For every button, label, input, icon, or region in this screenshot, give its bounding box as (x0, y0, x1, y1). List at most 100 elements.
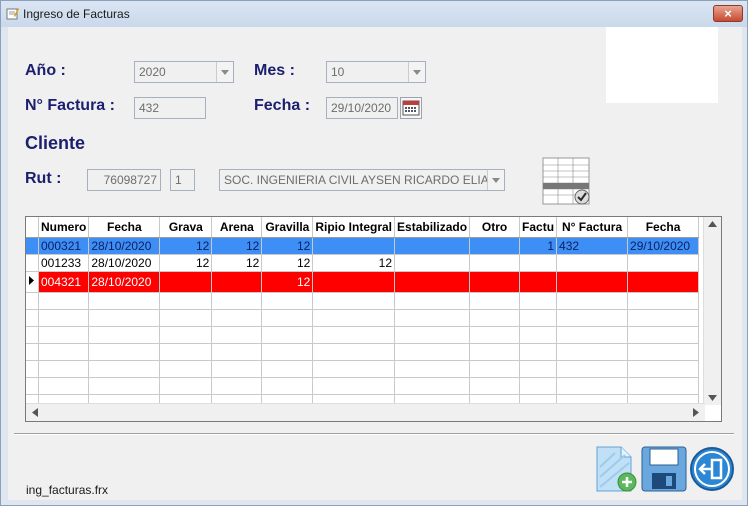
cell-ripio[interactable] (312, 271, 396, 293)
rut-input[interactable]: 76098727 (87, 169, 161, 191)
save-button[interactable] (640, 445, 688, 493)
empty-row (26, 377, 700, 395)
cell-arena[interactable] (211, 271, 263, 293)
cliente-select[interactable]: SOC. INGENIERIA CIVIL AYSEN RICARDO ELIA (219, 169, 505, 191)
col-ripio-integral[interactable]: Ripio Integral (312, 217, 396, 238)
factura-label: N° Factura : (25, 97, 115, 114)
col-fecha[interactable]: Fecha (88, 217, 161, 238)
col-otro[interactable]: Otro (469, 217, 521, 238)
cell-otro[interactable] (469, 237, 521, 255)
chevron-down-icon[interactable] (216, 62, 233, 82)
cell-ripio[interactable] (312, 237, 396, 255)
cell-grava[interactable]: 12 (159, 237, 213, 255)
empty-row (26, 326, 700, 344)
current-row-icon (29, 275, 34, 285)
scroll-left-icon[interactable] (32, 408, 38, 417)
save-icon (641, 446, 687, 492)
form-body: Año : 2020 Mes : 10 N° Factura : 432 Fec… (8, 27, 742, 500)
fecha-label: Fecha : (254, 97, 311, 114)
cliente-heading: Cliente (25, 133, 86, 153)
cell-arena[interactable]: 12 (211, 254, 263, 272)
col-numero[interactable]: Numero (38, 217, 90, 238)
calendar-button[interactable] (400, 97, 422, 119)
cell-fecha-factura[interactable]: 29/10/2020 (627, 237, 700, 255)
cell-fecha[interactable]: 28/10/2020 (88, 237, 161, 255)
title-bar: Ingreso de Facturas × (1, 1, 747, 27)
vertical-scrollbar[interactable] (703, 217, 721, 405)
col-gravilla[interactable]: Gravilla (261, 217, 314, 238)
empty-row (26, 360, 700, 378)
cell-fecha[interactable]: 28/10/2020 (88, 271, 161, 293)
cell-estabilizado[interactable] (394, 254, 471, 272)
cell-factu[interactable] (519, 254, 558, 272)
rut-label: Rut : (25, 170, 62, 187)
rut-value: 76098727 (103, 173, 157, 187)
chevron-down-icon[interactable] (408, 62, 425, 82)
window-title: Ingreso de Facturas (23, 7, 130, 21)
cell-estabilizado[interactable] (394, 271, 471, 293)
table-row[interactable]: 000321 28/10/2020 12 12 12 1 432 29/10/2… (26, 237, 700, 255)
cliente-value: SOC. INGENIERIA CIVIL AYSEN RICARDO ELIA (224, 173, 489, 187)
cell-fecha[interactable]: 28/10/2020 (88, 254, 161, 272)
new-document-icon (596, 446, 637, 492)
factura-value: 432 (139, 101, 160, 115)
cell-arena[interactable]: 12 (211, 237, 263, 255)
col-arena[interactable]: Arena (211, 217, 263, 238)
mes-label: Mes : (254, 62, 295, 79)
cell-factu[interactable] (519, 271, 558, 293)
cell-gravilla[interactable]: 12 (261, 237, 314, 255)
row-indicator (26, 254, 39, 272)
cell-n-factura[interactable] (556, 271, 629, 293)
form-name: ing_facturas.frx (26, 483, 109, 497)
rut-dv-value: 1 (175, 173, 182, 187)
fecha-input[interactable]: 29/10/2020 (326, 97, 398, 119)
cell-fecha-factura[interactable] (627, 254, 700, 272)
empty-row (26, 343, 700, 361)
anio-select[interactable]: 2020 (134, 61, 234, 83)
fecha-value: 29/10/2020 (331, 101, 392, 115)
row-indicator (26, 271, 39, 293)
cell-gravilla[interactable]: 12 (261, 254, 314, 272)
table-row[interactable]: 004321 28/10/2020 12 (26, 271, 700, 293)
cell-numero[interactable]: 001233 (38, 254, 90, 272)
logo-area (606, 27, 718, 103)
cell-n-factura[interactable]: 432 (556, 237, 629, 255)
cell-numero[interactable]: 000321 (38, 237, 90, 255)
cell-grava[interactable] (159, 271, 213, 293)
cell-factu[interactable]: 1 (519, 237, 558, 255)
scroll-down-icon[interactable] (708, 395, 717, 401)
empty-row (26, 292, 700, 310)
col-n-factura[interactable]: N° Factura (556, 217, 629, 238)
cell-otro[interactable] (469, 254, 521, 272)
row-indicator (26, 237, 39, 255)
mes-select[interactable]: 10 (326, 61, 426, 83)
scroll-right-icon[interactable] (693, 408, 699, 417)
col-estabilizado[interactable]: Estabilizado (394, 217, 471, 238)
factura-input[interactable]: 432 (134, 97, 206, 119)
facturas-table: Numero Fecha Grava Arena Gravilla Ripio … (26, 217, 700, 412)
cell-estabilizado[interactable] (394, 237, 471, 255)
cell-grava[interactable]: 12 (159, 254, 213, 272)
col-grava[interactable]: Grava (159, 217, 213, 238)
scroll-up-icon[interactable] (708, 221, 717, 227)
horizontal-scrollbar[interactable] (26, 403, 705, 421)
col-factu[interactable]: Factu (519, 217, 558, 238)
cell-gravilla[interactable]: 12 (261, 271, 314, 293)
table-row[interactable]: 001233 28/10/2020 12 12 12 12 (26, 254, 700, 272)
cell-n-factura[interactable] (556, 254, 629, 272)
cell-ripio[interactable]: 12 (312, 254, 396, 272)
empty-row (26, 309, 700, 327)
rut-dv-input[interactable]: 1 (170, 169, 195, 191)
calendar-check-icon[interactable] (542, 157, 592, 207)
cell-fecha-factura[interactable] (627, 271, 700, 293)
form-icon (6, 8, 19, 20)
chevron-down-icon[interactable] (487, 170, 504, 190)
facturas-grid[interactable]: Numero Fecha Grava Arena Gravilla Ripio … (25, 216, 722, 422)
col-fecha-factura[interactable]: Fecha (627, 217, 700, 238)
close-button[interactable]: × (713, 5, 743, 22)
cell-numero[interactable]: 004321 (38, 271, 90, 293)
calendar-icon (402, 100, 420, 116)
new-document-button[interactable] (591, 445, 639, 493)
cell-otro[interactable] (469, 271, 521, 293)
exit-button[interactable] (688, 445, 736, 493)
